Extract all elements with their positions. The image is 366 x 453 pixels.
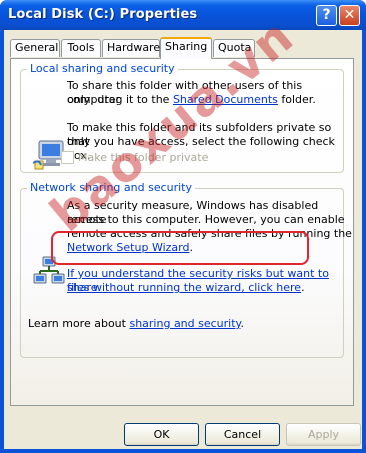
tab-sharing[interactable]: Sharing <box>160 37 212 59</box>
make-private-checkbox-row[interactable]: Make this folder private <box>61 151 208 165</box>
window-title: Local Disk (C:) Properties <box>8 7 198 22</box>
tab-hardware[interactable]: Hardware <box>102 39 160 57</box>
local-sharing-group-title: Local sharing and security <box>27 62 178 76</box>
learn-more-post: . <box>240 317 244 330</box>
learn-more-pre: Learn more about <box>28 317 130 330</box>
sharing-and-security-link[interactable]: sharing and security <box>129 317 240 330</box>
make-private-checkbox[interactable] <box>61 151 74 164</box>
highlight-annotation <box>51 231 309 265</box>
local-sharing-line-2: only, drag it to the Shared Documents fo… <box>67 93 316 107</box>
tab-quota[interactable]: Quota <box>213 39 255 57</box>
tab-tools[interactable]: Tools <box>61 39 101 57</box>
window-bottom-border <box>0 449 366 453</box>
learn-more-line: Learn more about sharing and security. <box>28 317 244 331</box>
local-sharing-line-2-post: folder. <box>277 93 316 106</box>
local-sharing-line-2-pre: only, drag it to the <box>67 93 173 106</box>
title-bar[interactable]: Local Disk (C:) Properties ? ✕ <box>0 0 366 30</box>
share-without-wizard-link-2[interactable]: files without running the wizard, click … <box>67 281 301 294</box>
risk-link-period: . <box>301 281 305 294</box>
make-private-label: Make this folder private <box>78 151 209 164</box>
properties-window: Local Disk (C:) Properties ? ✕ General T… <box>0 0 366 453</box>
help-button[interactable]: ? <box>316 5 337 26</box>
tab-general[interactable]: General <box>10 39 60 57</box>
network-sharing-group-title: Network sharing and security <box>27 181 196 195</box>
ok-button[interactable]: OK <box>124 423 199 446</box>
network-line-2: access to this computer. However, you ca… <box>67 213 345 226</box>
apply-button[interactable]: Apply <box>286 423 361 446</box>
risk-link-line-2: files without running the wizard, click … <box>67 281 305 295</box>
shared-documents-link[interactable]: Shared Documents <box>173 93 278 106</box>
cancel-button[interactable]: Cancel <box>205 423 280 446</box>
close-button[interactable]: ✕ <box>339 5 360 26</box>
